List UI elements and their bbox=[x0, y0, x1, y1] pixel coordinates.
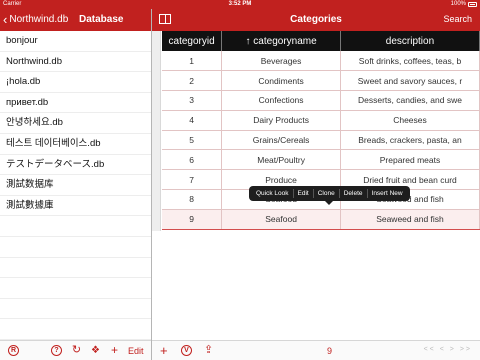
table-row[interactable]: 2 Condiments Sweet and savory sauces, r bbox=[162, 70, 480, 92]
menu-item-clone[interactable]: Clone bbox=[314, 190, 339, 197]
table-cell[interactable]: Grains/Cereals bbox=[221, 130, 341, 151]
table-cell[interactable]: Dairy Products bbox=[221, 110, 341, 131]
database-list: bonjour Northwind.db ¡hola.db привет.db … bbox=[0, 31, 151, 341]
next-page-icon[interactable]: > bbox=[450, 346, 456, 353]
table-cell[interactable]: Sweet and savory sauces, r bbox=[340, 70, 480, 92]
database-item[interactable]: 테스트 데이터베이스.db bbox=[0, 134, 151, 155]
search-button[interactable]: Search bbox=[443, 14, 472, 24]
table-title: Categories bbox=[290, 14, 342, 25]
row-context-menu: Quick Look Edit Clone Delete Insert New bbox=[249, 186, 410, 201]
table-cell[interactable]: Confections bbox=[221, 90, 341, 111]
table-cell[interactable]: Cheeses bbox=[340, 110, 480, 131]
right-toolbar: + V ⇪ 9 << < > >> bbox=[152, 340, 480, 360]
table-cell[interactable]: 7 bbox=[162, 169, 223, 191]
empty-list-row bbox=[0, 319, 151, 340]
database-item[interactable]: ¡hola.db bbox=[0, 72, 151, 93]
app-window: Carrier 3:52 PM 100% ‹ Northwind.db Data… bbox=[0, 0, 480, 360]
table-row-selected[interactable]: 9 Seafood Seaweed and fish bbox=[162, 208, 480, 230]
view-icon[interactable]: V bbox=[181, 345, 192, 356]
add-row-icon[interactable]: + bbox=[160, 344, 168, 357]
page-number: 9 bbox=[327, 346, 333, 356]
database-item[interactable]: bonjour bbox=[0, 31, 151, 52]
last-page-icon[interactable]: >> bbox=[460, 346, 472, 353]
table-cell[interactable]: Prepared meats bbox=[340, 149, 480, 171]
column-header-categoryname[interactable]: ↑ categoryname bbox=[221, 31, 341, 51]
menu-item-quick-look[interactable]: Quick Look bbox=[252, 190, 293, 197]
menu-item-delete[interactable]: Delete bbox=[340, 190, 367, 197]
database-item[interactable]: 안녕하세요.db bbox=[0, 113, 151, 134]
chevron-left-icon: ‹ bbox=[3, 12, 8, 27]
database-item[interactable]: 測試數據庫 bbox=[0, 196, 151, 217]
table-cell[interactable]: 2 bbox=[162, 70, 223, 92]
edit-button[interactable]: Edit bbox=[128, 346, 144, 356]
table-cell[interactable]: 8 bbox=[162, 189, 223, 210]
help-icon[interactable]: ? bbox=[51, 345, 62, 356]
menu-item-edit[interactable]: Edit bbox=[294, 190, 313, 197]
table-cell[interactable]: 5 bbox=[162, 130, 223, 151]
database-item[interactable]: 測試数据库 bbox=[0, 175, 151, 196]
table-cell[interactable]: 6 bbox=[162, 149, 223, 171]
table-row[interactable]: 4 Dairy Products Cheeses bbox=[162, 110, 480, 131]
table-cell[interactable]: 4 bbox=[162, 110, 223, 131]
left-toolbar: R ? ↻ ❖ + Edit bbox=[0, 340, 151, 360]
menu-item-insert-new[interactable]: Insert New bbox=[368, 190, 407, 197]
table-cell[interactable]: 9 bbox=[162, 208, 223, 230]
table-cell[interactable]: Meat/Poultry bbox=[221, 149, 341, 171]
column-header-description[interactable]: description bbox=[340, 31, 480, 51]
database-item[interactable]: テストデータベース.db bbox=[0, 155, 151, 176]
back-button-label: Northwind.db bbox=[9, 14, 69, 25]
table-row[interactable]: 6 Meat/Poultry Prepared meats bbox=[162, 149, 480, 171]
database-item[interactable]: Northwind.db bbox=[0, 52, 151, 73]
previous-page-icon[interactable]: < bbox=[440, 346, 446, 353]
empty-list-row bbox=[0, 258, 151, 279]
right-nav-bar: Categories Search bbox=[152, 9, 480, 31]
left-nav-bar: ‹ Northwind.db Database bbox=[0, 9, 151, 31]
row-handle-column[interactable] bbox=[152, 31, 161, 231]
battery-percent: 100% bbox=[450, 1, 466, 7]
column-header-categoryid[interactable]: categoryid bbox=[162, 31, 223, 51]
refresh-icon[interactable]: ↻ bbox=[71, 345, 82, 356]
table-cell[interactable]: Soft drinks, coffees, teas, b bbox=[340, 51, 480, 72]
share-icon[interactable]: ⇪ bbox=[204, 344, 213, 357]
table-row[interactable]: 1 Beverages Soft drinks, coffees, teas, … bbox=[162, 51, 480, 72]
status-bar: Carrier 3:52 PM 100% bbox=[0, 0, 480, 9]
dropbox-icon[interactable]: ❖ bbox=[90, 345, 101, 356]
empty-list-row bbox=[0, 216, 151, 237]
empty-list-row bbox=[0, 237, 151, 258]
registered-icon[interactable]: R bbox=[8, 345, 19, 356]
first-page-icon[interactable]: << bbox=[424, 346, 436, 353]
table-row[interactable]: 3 Confections Desserts, candies, and swe bbox=[162, 90, 480, 111]
table-cell[interactable]: Seafood bbox=[221, 208, 341, 230]
table-cell[interactable]: Breads, crackers, pasta, an bbox=[340, 130, 480, 151]
battery-icon bbox=[468, 2, 477, 7]
clock: 3:52 PM bbox=[228, 1, 252, 7]
add-icon[interactable]: + bbox=[109, 344, 120, 356]
table-cell[interactable]: Seaweed and fish bbox=[340, 208, 480, 230]
back-button[interactable]: ‹ Northwind.db bbox=[3, 13, 68, 26]
table-cell[interactable]: 1 bbox=[162, 51, 223, 72]
table-cell[interactable]: Beverages bbox=[221, 51, 341, 72]
database-item[interactable]: привет.db bbox=[0, 93, 151, 114]
left-panel-title: Database bbox=[79, 14, 124, 25]
table-row[interactable]: 5 Grains/Cereals Breads, crackers, pasta… bbox=[162, 130, 480, 151]
empty-list-row bbox=[0, 299, 151, 320]
pager-controls[interactable]: << < > >> bbox=[424, 346, 472, 353]
table-cell[interactable]: 3 bbox=[162, 90, 223, 111]
table-cell[interactable]: Condiments bbox=[221, 70, 341, 92]
table-cell[interactable]: Desserts, candies, and swe bbox=[340, 90, 480, 111]
context-menu-arrow bbox=[325, 201, 333, 205]
empty-list-row bbox=[0, 278, 151, 299]
